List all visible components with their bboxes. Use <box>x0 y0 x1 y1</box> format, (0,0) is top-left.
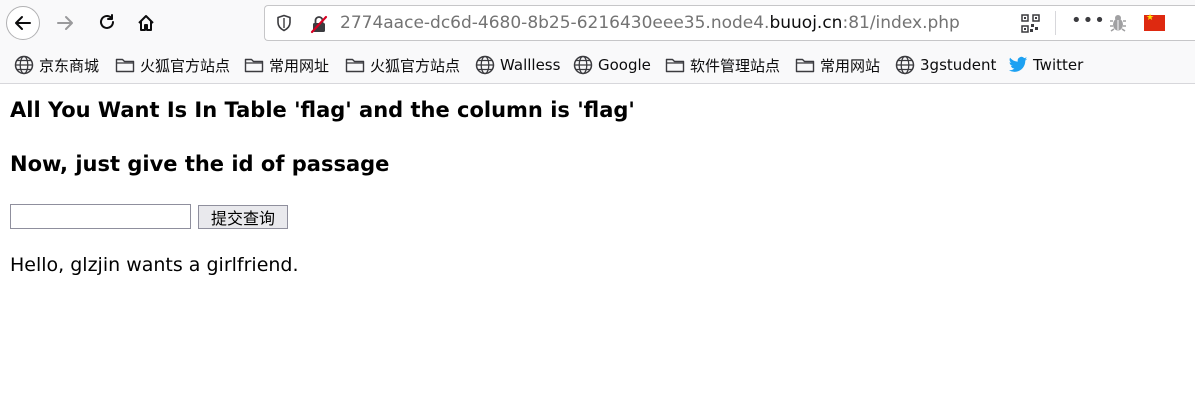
bookmark-label: 3gstudent <box>920 56 997 74</box>
bookmark-folder[interactable]: 常用网址 <box>244 54 329 76</box>
bookmark-folder[interactable]: 火狐官方站点 <box>115 54 230 76</box>
bookmark-folder[interactable]: 软件管理站点 <box>665 54 780 76</box>
back-button[interactable] <box>6 6 40 40</box>
folder-icon <box>345 58 365 73</box>
reload-button[interactable] <box>90 6 124 40</box>
folder-icon <box>665 58 685 73</box>
bookmarks-toolbar: 京东商城 火狐官方站点 常用网址 火狐官方站点 Wallless Google … <box>0 46 1195 84</box>
bookmark-folder[interactable]: 常用网站 <box>795 54 880 76</box>
globe-icon <box>573 55 593 75</box>
folder-icon <box>795 58 815 73</box>
globe-icon <box>14 55 34 75</box>
bookmark-label: Twitter <box>1033 56 1084 74</box>
home-icon <box>138 15 154 31</box>
reload-icon <box>100 14 114 29</box>
bookmark-label: 软件管理站点 <box>690 56 781 75</box>
bookmark-item[interactable]: 3gstudent <box>895 54 996 76</box>
page-heading: All You Want Is In Table 'flag' and the … <box>10 98 635 122</box>
page-subheading: Now, just give the id of passage <box>10 152 390 176</box>
url-bar[interactable]: 2774aace-dc6d-4680-8b25-6216430eee35.nod… <box>264 5 1195 41</box>
home-button[interactable] <box>129 6 163 40</box>
bookmark-label: 火狐官方站点 <box>140 56 231 75</box>
arrow-left-icon <box>15 16 31 30</box>
bookmark-label: Google <box>598 56 651 74</box>
url-prefix: 2774aace-dc6d-4680-8b25-6216430eee35.nod… <box>340 13 770 33</box>
url-bar-separator <box>1055 11 1056 35</box>
more-actions-icon[interactable]: ••• <box>1071 10 1106 31</box>
bookmark-label: 常用网站 <box>820 56 881 75</box>
url-suffix: :81/index.php <box>842 13 960 33</box>
shield-icon[interactable] <box>275 14 293 32</box>
globe-icon <box>895 55 915 75</box>
url-host: buuoj.cn <box>769 13 843 33</box>
bug-icon[interactable] <box>1108 13 1128 33</box>
globe-icon <box>475 55 495 75</box>
insecure-lock-icon[interactable] <box>309 14 329 34</box>
bookmark-label: 火狐官方站点 <box>370 56 461 75</box>
arrow-right-icon <box>57 16 73 30</box>
bookmark-label: Wallless <box>500 56 561 74</box>
folder-icon <box>115 58 135 73</box>
folder-icon <box>244 58 264 73</box>
browser-toolbar: 2774aace-dc6d-4680-8b25-6216430eee35.nod… <box>0 0 1195 46</box>
result-message: Hello, glzjin wants a girlfriend. <box>10 254 299 276</box>
bookmark-item[interactable]: Twitter <box>1008 54 1083 76</box>
qr-code-icon[interactable] <box>1021 14 1040 33</box>
bookmark-label: 常用网址 <box>269 56 330 75</box>
bookmark-item[interactable]: Wallless <box>475 54 560 76</box>
twitter-icon <box>1008 56 1028 72</box>
bookmark-label: 京东商城 <box>39 56 100 75</box>
bookmark-item[interactable]: Google <box>573 54 651 76</box>
bookmark-folder[interactable]: 火狐官方站点 <box>345 54 460 76</box>
china-flag-icon[interactable]: ★ <box>1144 13 1165 31</box>
forward-button[interactable] <box>48 6 82 40</box>
id-input[interactable] <box>10 204 191 229</box>
submit-button[interactable]: 提交查询 <box>198 205 288 229</box>
bookmark-item[interactable]: 京东商城 <box>14 54 99 76</box>
url-text[interactable]: 2774aace-dc6d-4680-8b25-6216430eee35.nod… <box>340 13 960 33</box>
